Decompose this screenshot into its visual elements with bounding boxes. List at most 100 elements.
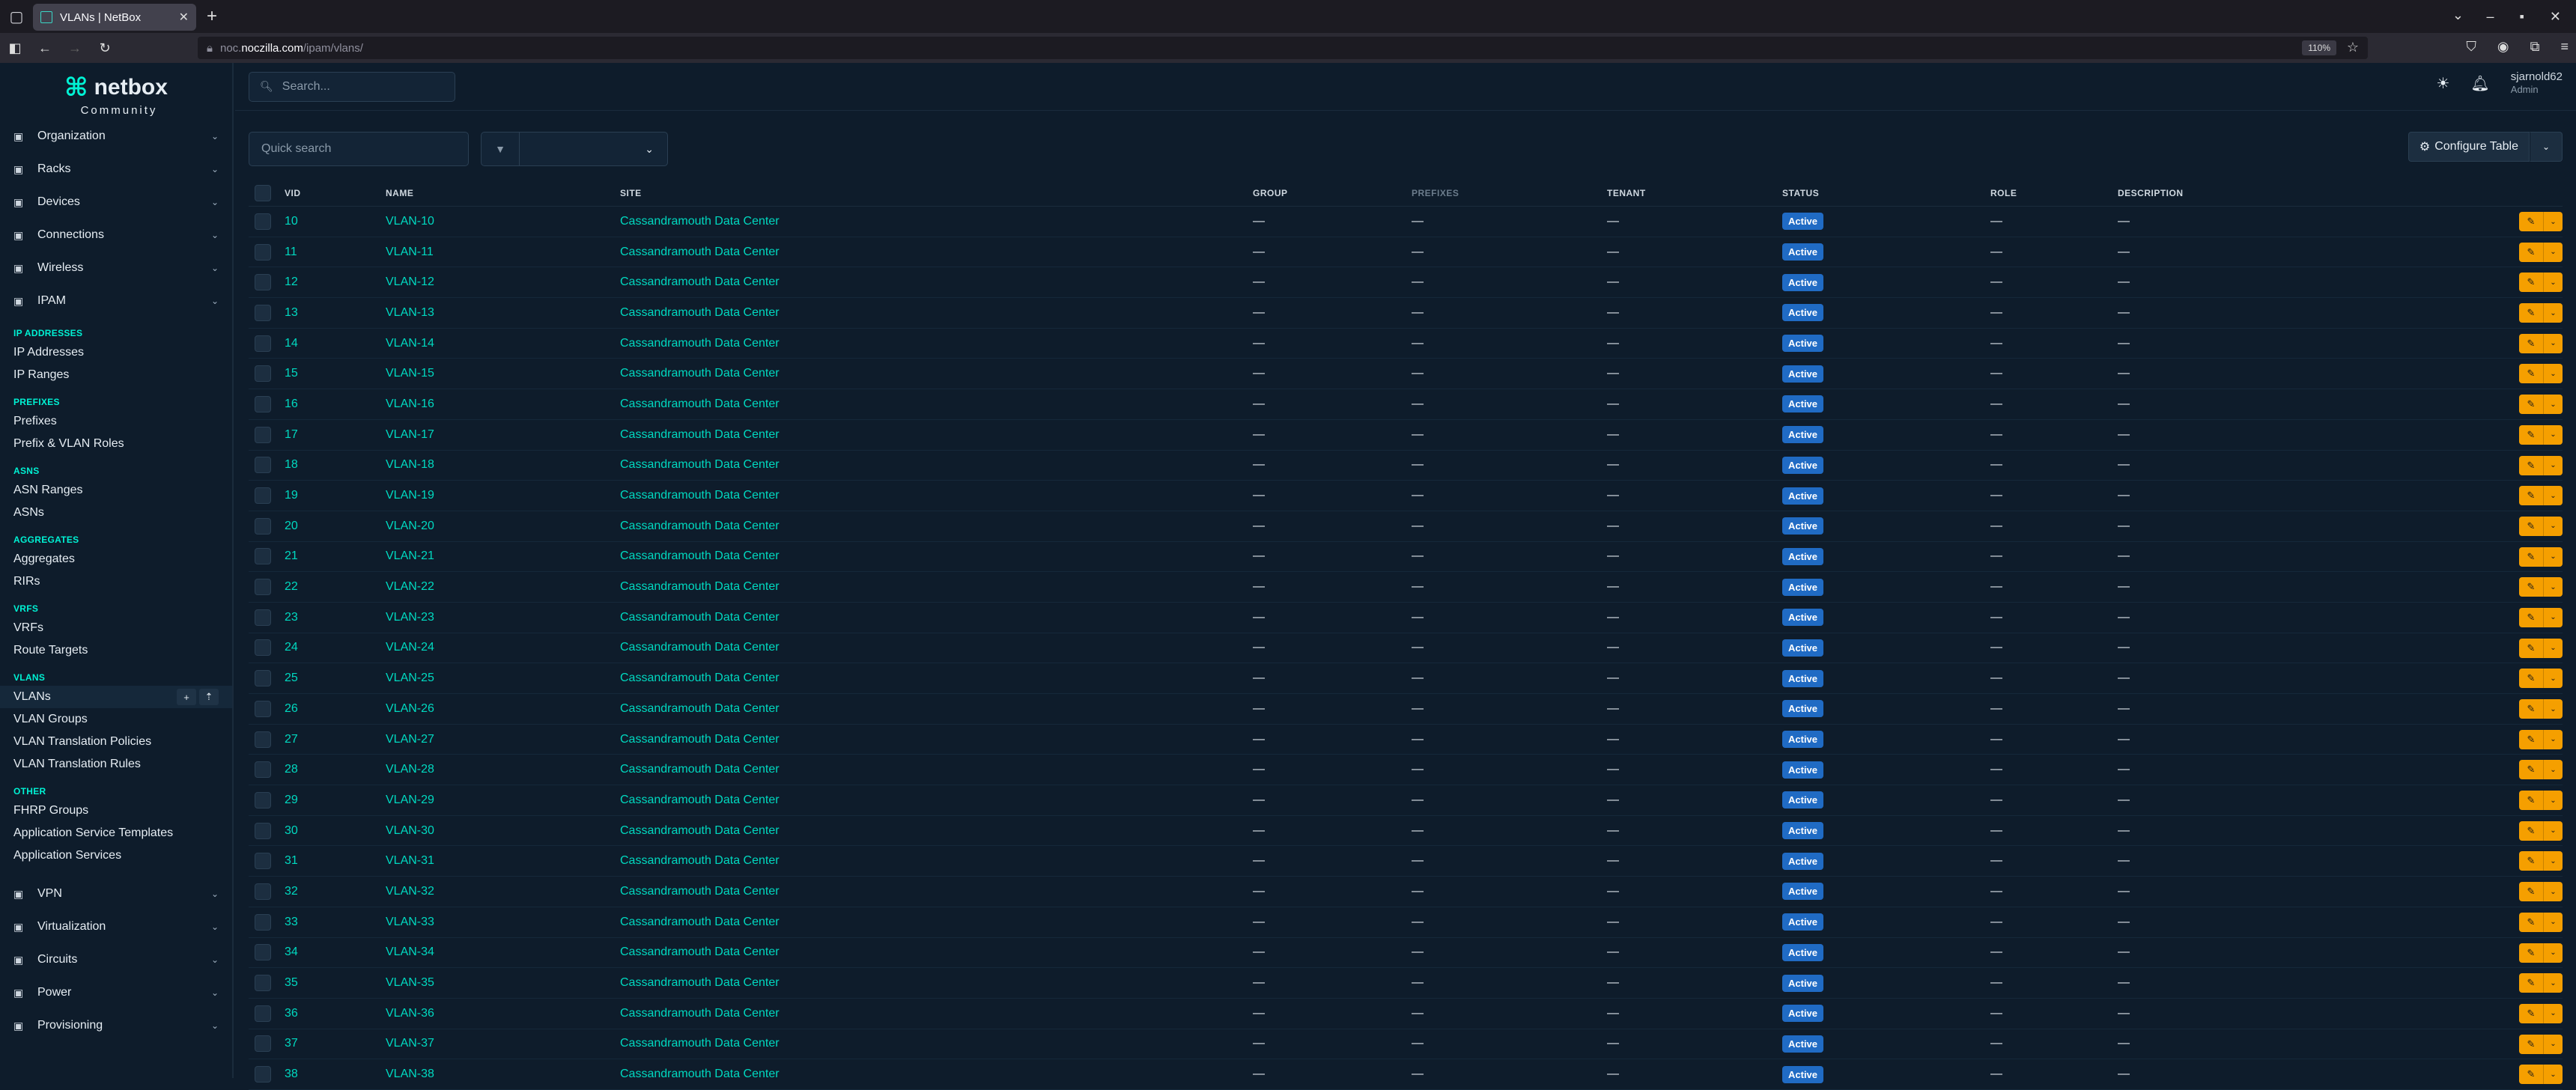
- vlan-name-link[interactable]: VLAN-26: [386, 694, 434, 724]
- browser-tab[interactable]: VLANs | NetBox ✕: [33, 4, 196, 31]
- sidebar-item-route-targets[interactable]: Route Targets: [0, 639, 232, 662]
- row-checkbox[interactable]: [255, 335, 271, 352]
- reload-icon[interactable]: ↻: [90, 40, 120, 56]
- vlan-name-link[interactable]: VLAN-22: [386, 572, 434, 602]
- site-link[interactable]: Cassandramouth Data Center: [620, 846, 780, 876]
- vid-link[interactable]: 26: [285, 694, 298, 724]
- select-all-checkbox[interactable]: [255, 184, 271, 201]
- back-icon[interactable]: ←: [30, 40, 60, 56]
- menu-devices[interactable]: ▣ Devices ⌄: [0, 186, 232, 219]
- sidebar-item-vlan-translation-rules[interactable]: VLAN Translation Rules: [0, 753, 232, 776]
- row-actions-dropdown[interactable]: ⌄: [2543, 973, 2563, 993]
- row-actions-dropdown[interactable]: ⌄: [2543, 943, 2563, 963]
- vlan-name-link[interactable]: VLAN-10: [386, 207, 434, 237]
- row-checkbox[interactable]: [255, 609, 271, 626]
- row-checkbox[interactable]: [255, 579, 271, 596]
- edit-pencil-icon[interactable]: ✎: [2519, 607, 2543, 627]
- zoom-badge[interactable]: 110%: [2302, 40, 2336, 55]
- site-link[interactable]: Cassandramouth Data Center: [620, 999, 780, 1029]
- edit-pencil-icon[interactable]: ✎: [2519, 577, 2543, 597]
- vid-link[interactable]: 13: [285, 298, 298, 328]
- menu-racks[interactable]: ▣ Racks ⌄: [0, 153, 232, 186]
- edit-pencil-icon[interactable]: ✎: [2519, 943, 2543, 963]
- edit-pencil-icon[interactable]: ✎: [2519, 455, 2543, 475]
- vlan-name-link[interactable]: VLAN-13: [386, 298, 434, 328]
- vlan-name-link[interactable]: VLAN-33: [386, 907, 434, 937]
- edit-pencil-icon[interactable]: ✎: [2519, 424, 2543, 445]
- url-bar[interactable]: 🔒︎ noc. noczilla.com/ipam/vlans/ 110% ☆: [198, 37, 2368, 59]
- site-link[interactable]: Cassandramouth Data Center: [620, 633, 780, 663]
- row-checkbox[interactable]: [255, 487, 271, 505]
- new-tab-icon[interactable]: +: [207, 6, 217, 27]
- menu-connections[interactable]: ▣ Connections ⌄: [0, 219, 232, 252]
- site-link[interactable]: Cassandramouth Data Center: [620, 663, 780, 693]
- row-checkbox[interactable]: [255, 639, 271, 657]
- vid-link[interactable]: 24: [285, 633, 298, 663]
- site-link[interactable]: Cassandramouth Data Center: [620, 938, 780, 968]
- row-actions-dropdown[interactable]: ⌄: [2543, 272, 2563, 293]
- vlan-name-link[interactable]: VLAN-21: [386, 542, 434, 572]
- row-actions-dropdown[interactable]: ⌄: [2543, 791, 2563, 811]
- vlan-name-link[interactable]: VLAN-14: [386, 329, 434, 359]
- account-icon[interactable]: ◉: [2497, 39, 2509, 55]
- row-actions-dropdown[interactable]: ⌄: [2543, 333, 2563, 353]
- vlan-name-link[interactable]: VLAN-15: [386, 359, 434, 389]
- site-link[interactable]: Cassandramouth Data Center: [620, 1059, 780, 1089]
- sidebar-item-application-services[interactable]: Application Services: [0, 844, 232, 867]
- row-checkbox[interactable]: [255, 761, 271, 779]
- vid-link[interactable]: 27: [285, 725, 298, 755]
- netbox-logo[interactable]: ⌘ netbox Community: [0, 63, 232, 120]
- vid-link[interactable]: 31: [285, 846, 298, 876]
- row-actions-dropdown[interactable]: ⌄: [2543, 1003, 2563, 1023]
- edit-pencil-icon[interactable]: ✎: [2519, 791, 2543, 811]
- vid-link[interactable]: 21: [285, 542, 298, 572]
- forward-icon[interactable]: →: [60, 40, 90, 56]
- row-checkbox[interactable]: [255, 304, 271, 321]
- row-checkbox[interactable]: [255, 395, 271, 412]
- row-actions-dropdown[interactable]: ⌄: [2543, 669, 2563, 689]
- site-link[interactable]: Cassandramouth Data Center: [620, 877, 780, 907]
- vlan-name-link[interactable]: VLAN-11: [386, 237, 434, 267]
- menu-power[interactable]: ▣ Power ⌄: [0, 976, 232, 1009]
- edit-pencil-icon[interactable]: ✎: [2519, 303, 2543, 323]
- menu-icon[interactable]: ≡: [2560, 39, 2569, 55]
- vid-link[interactable]: 20: [285, 511, 298, 541]
- site-link[interactable]: Cassandramouth Data Center: [620, 267, 780, 297]
- sidebar-item-asn-ranges[interactable]: ASN Ranges: [0, 479, 232, 502]
- edit-pencil-icon[interactable]: ✎: [2519, 851, 2543, 871]
- edit-pencil-icon[interactable]: ✎: [2519, 486, 2543, 506]
- row-checkbox[interactable]: [255, 213, 271, 230]
- menu-virtualization[interactable]: ▣ Virtualization ⌄: [0, 910, 232, 943]
- sidebar-item-prefixes[interactable]: Prefixes: [0, 410, 232, 433]
- vlan-name-link[interactable]: VLAN-35: [386, 968, 434, 998]
- row-actions-dropdown[interactable]: ⌄: [2543, 455, 2563, 475]
- vid-link[interactable]: 33: [285, 907, 298, 937]
- vid-link[interactable]: 23: [285, 603, 298, 633]
- vlan-name-link[interactable]: VLAN-18: [386, 451, 434, 481]
- site-link[interactable]: Cassandramouth Data Center: [620, 389, 780, 419]
- site-link[interactable]: Cassandramouth Data Center: [620, 755, 780, 785]
- vid-link[interactable]: 10: [285, 207, 298, 237]
- user-menu[interactable]: sjarnold62 Admin: [2511, 70, 2563, 96]
- row-actions-dropdown[interactable]: ⌄: [2543, 1065, 2563, 1085]
- row-checkbox[interactable]: [255, 426, 271, 443]
- row-actions-dropdown[interactable]: ⌄: [2543, 851, 2563, 871]
- vlan-name-link[interactable]: VLAN-28: [386, 755, 434, 785]
- edit-pencil-icon[interactable]: ✎: [2519, 820, 2543, 841]
- vid-link[interactable]: 38: [285, 1059, 298, 1089]
- edit-pencil-icon[interactable]: ✎: [2519, 1034, 2543, 1054]
- edit-pencil-icon[interactable]: ✎: [2519, 729, 2543, 749]
- vlan-name-link[interactable]: VLAN-31: [386, 846, 434, 876]
- header-group[interactable]: GROUP: [1253, 180, 1288, 206]
- site-link[interactable]: Cassandramouth Data Center: [620, 907, 780, 937]
- extensions-icon[interactable]: ⧉: [2530, 39, 2540, 55]
- header-status[interactable]: STATUS: [1782, 180, 1819, 206]
- vlan-name-link[interactable]: VLAN-24: [386, 633, 434, 663]
- edit-pencil-icon[interactable]: ✎: [2519, 699, 2543, 719]
- site-link[interactable]: Cassandramouth Data Center: [620, 603, 780, 633]
- edit-pencil-icon[interactable]: ✎: [2519, 912, 2543, 932]
- filter-icon[interactable]: ▼: [481, 132, 520, 166]
- row-checkbox[interactable]: [255, 822, 271, 839]
- site-link[interactable]: Cassandramouth Data Center: [620, 329, 780, 359]
- row-actions-dropdown[interactable]: ⌄: [2543, 882, 2563, 902]
